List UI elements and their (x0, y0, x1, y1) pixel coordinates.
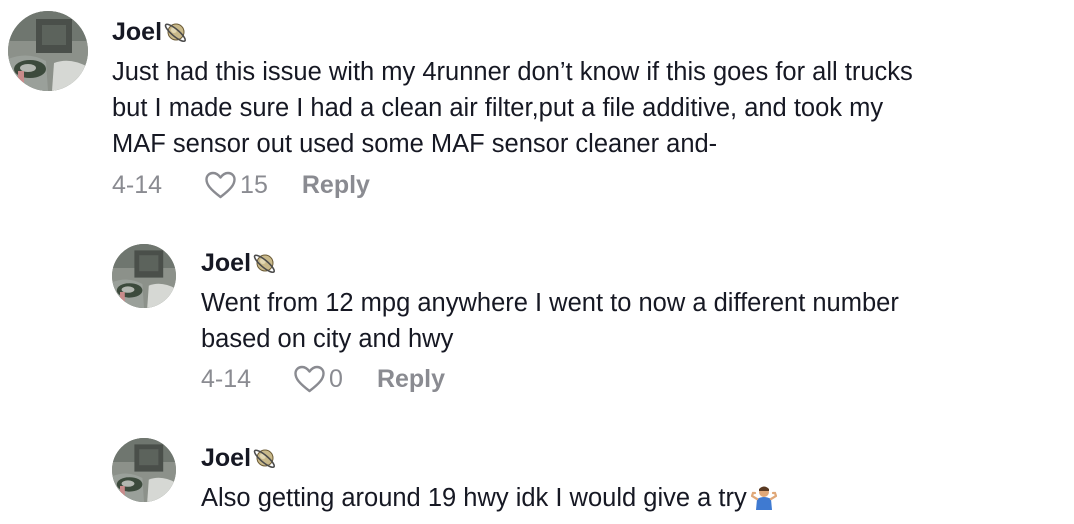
comment-date: 4-14 (112, 170, 163, 199)
reply-button[interactable]: Reply (302, 171, 370, 200)
avatar[interactable] (8, 11, 88, 91)
person-shrugging-icon (751, 484, 777, 510)
comment-meta: 4-14 15 Reply (112, 170, 370, 200)
comment-meta: 4-14 0 Reply (201, 364, 445, 394)
comment-text-line: but I made sure I had a clean air filter… (112, 94, 884, 122)
comment-text-line: Went from 12 mpg anywhere I went to now … (201, 289, 899, 317)
comment-header: Joel (201, 250, 278, 276)
reply-button[interactable]: Reply (377, 365, 445, 394)
comment-text-line: Also getting around 19 hwy idk I would g… (201, 480, 777, 516)
planet-icon (163, 19, 189, 45)
comment-header: Joel (201, 445, 278, 471)
planet-icon (252, 445, 278, 471)
comment-text-line: MAF sensor out used some MAF sensor clea… (112, 130, 718, 158)
planet-icon (252, 250, 278, 276)
comment-header: Joel (112, 19, 189, 45)
avatar[interactable] (112, 244, 176, 308)
comment-text-line: based on city and hwy (201, 325, 454, 353)
comment-text: Also getting around 19 hwy idk I would g… (201, 484, 747, 512)
comment-text-line: Just had this issue with my 4runner don’… (112, 58, 913, 86)
avatar[interactable] (112, 438, 176, 502)
username[interactable]: Joel (112, 19, 162, 45)
username[interactable]: Joel (201, 445, 251, 471)
like-count: 15 (240, 170, 268, 199)
comment-date: 4-14 (201, 364, 252, 393)
heart-icon[interactable] (293, 364, 326, 394)
heart-icon[interactable] (204, 170, 237, 200)
username[interactable]: Joel (201, 250, 251, 276)
like-count: 0 (329, 364, 343, 393)
